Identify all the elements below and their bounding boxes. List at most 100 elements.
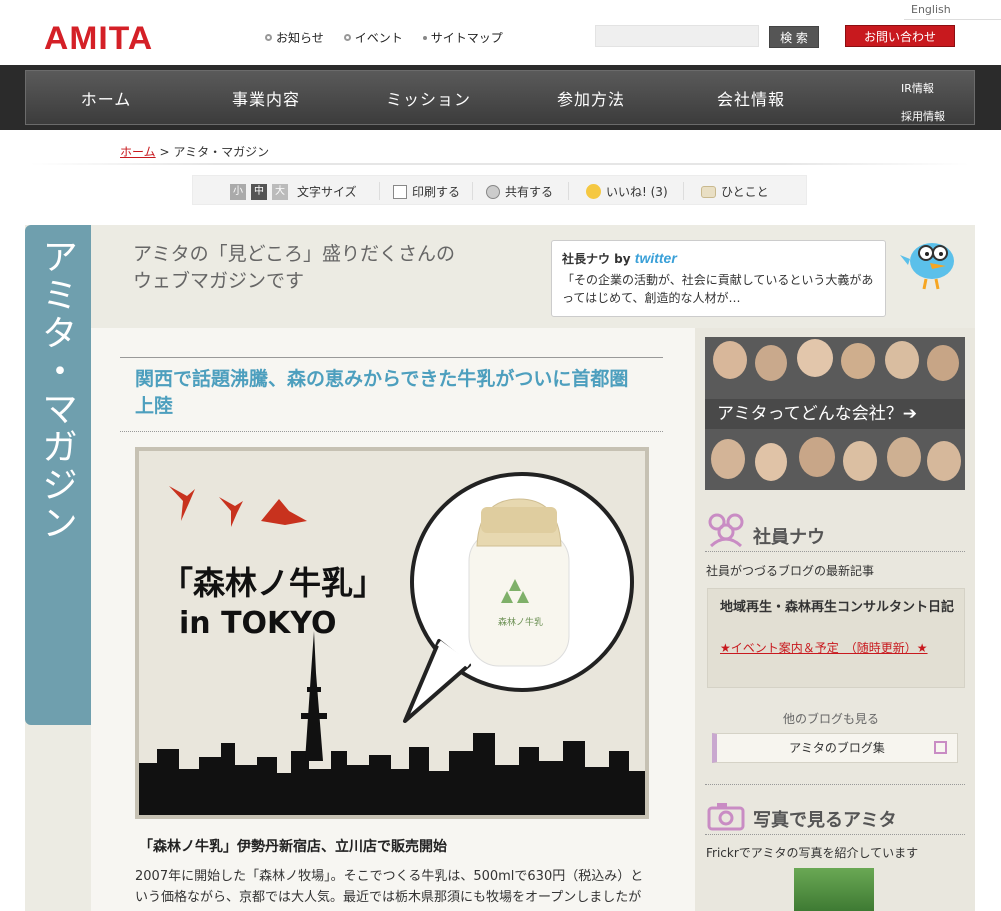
- photo-section-subtitle: Frickrでアミタの写真を紹介しています: [706, 846, 919, 860]
- article-caption: 「森林ノ牛乳」伊勢丹新宿店、立川店で販売開始: [139, 839, 447, 855]
- comment-tool[interactable]: ひとこと: [701, 183, 769, 200]
- font-size-label: 文字サイズ: [297, 185, 357, 199]
- divider: [568, 182, 569, 200]
- twitter-head: 社長ナウ by twitter: [562, 250, 677, 267]
- staff-photo: [885, 341, 919, 379]
- topnav-events[interactable]: イベント: [343, 29, 403, 46]
- article-title[interactable]: 関西で話題沸騰、森の恵みからできた牛乳がついに首都圏上陸: [135, 366, 640, 420]
- magazine-intro: アミタの「見どころ」盛りだくさんの ウェブマガジンです: [133, 241, 455, 295]
- share-icon: [486, 184, 500, 199]
- twitter-text[interactable]: 「その企業の活動が、社会に貢献しているという大義があってはじめて、創造的な人材が…: [562, 271, 877, 307]
- staff-photo: [797, 339, 833, 377]
- hero-heading-1: 「森林ノ牛乳」: [161, 564, 385, 602]
- twitter-head-label: 社長ナウ by: [562, 252, 631, 266]
- font-big-button[interactable]: 大: [272, 183, 288, 200]
- like-tool[interactable]: いいね! (3): [586, 183, 668, 200]
- hero-illustration: 「森林ノ牛乳」 in TOKYO 森林ノ牛乳: [139, 472, 645, 815]
- font-mid-button[interactable]: 中: [251, 183, 267, 200]
- hero-heading-2: in TOKYO: [179, 606, 336, 641]
- divider: [472, 182, 473, 200]
- top-nav: お知らせ イベント サイトマップ: [265, 29, 503, 46]
- nav-recruit[interactable]: 採用情報: [901, 108, 945, 124]
- font-small-button[interactable]: 小: [230, 183, 246, 200]
- divider: [120, 357, 663, 358]
- staff-now-subtitle: 社員がつづるブログの最新記事: [706, 564, 875, 578]
- blog-entry-title[interactable]: 地域再生・森林再生コンサルタント日記: [720, 598, 955, 617]
- bottle-label: 森林ノ牛乳: [498, 616, 543, 628]
- camera-icon: [707, 803, 745, 831]
- print-icon: [393, 184, 407, 199]
- english-link[interactable]: English: [911, 3, 951, 16]
- staff-photo: [927, 345, 959, 381]
- divider: [705, 834, 965, 835]
- intro-line-2: ウェブマガジンです: [133, 270, 305, 292]
- breadcrumb: ホーム > アミタ・マガジン: [120, 143, 269, 160]
- divider: [120, 431, 663, 432]
- topnav-sitemap-label[interactable]: サイトマップ: [431, 29, 503, 46]
- staff-now-title: 社員ナウ: [753, 527, 825, 548]
- divider: [705, 784, 965, 785]
- print-tool[interactable]: 印刷する: [393, 183, 460, 200]
- main-nav-bar: ホーム 事業内容 ミッション 参加方法 会社情報 IR情報 採用情報: [25, 70, 975, 125]
- staff-photo: [755, 443, 787, 481]
- divider: [30, 163, 970, 165]
- print-label[interactable]: 印刷する: [412, 183, 460, 200]
- twitter-box[interactable]: 社長ナウ by twitter 「その企業の活動が、社会に貢献しているという大義…: [551, 240, 886, 317]
- bullet-icon: [422, 35, 427, 40]
- page-toolbar: 小 中 大 文字サイズ 印刷する 共有する いいね! (3) ひとこと: [192, 175, 807, 205]
- topnav-news-label[interactable]: お知らせ: [276, 29, 324, 46]
- blog-entry-link[interactable]: ★イベント案内＆予定 （随時更新）★: [720, 639, 950, 657]
- staff-photo: [713, 341, 747, 379]
- breadcrumb-current: アミタ・マガジン: [173, 145, 270, 159]
- divider: [379, 182, 380, 200]
- search-button[interactable]: 検 索: [769, 26, 819, 48]
- open-window-icon: [934, 741, 947, 754]
- speech-bubble-icon: [701, 185, 716, 198]
- nav-small-group: IR情報 採用情報: [876, 71, 976, 126]
- nav-mission[interactable]: ミッション: [346, 71, 511, 124]
- magazine-side-title: アミタ・マガジン: [36, 238, 77, 542]
- blog-collection-label[interactable]: アミタのブログ集: [789, 741, 885, 755]
- staff-group-icon: [708, 513, 744, 548]
- nav-ir[interactable]: IR情報: [901, 80, 934, 96]
- nav-join[interactable]: 参加方法: [511, 71, 671, 124]
- staff-photo: [843, 441, 877, 481]
- bullet-icon: [343, 34, 351, 41]
- divider: [705, 551, 965, 552]
- smile-icon: [586, 184, 601, 199]
- main-nav: ホーム 事業内容 ミッション 参加方法 会社情報 IR情報 採用情報: [0, 65, 1001, 130]
- staff-photo: [755, 345, 787, 381]
- nav-home[interactable]: ホーム: [26, 71, 186, 124]
- twitter-bird-icon: [900, 243, 954, 290]
- like-label[interactable]: いいね! (3): [606, 183, 668, 200]
- share-label[interactable]: 共有する: [505, 183, 553, 200]
- breadcrumb-sep: >: [155, 145, 174, 159]
- blog-collection-button[interactable]: アミタのブログ集: [712, 733, 958, 763]
- staff-photo: [799, 437, 835, 477]
- search-input[interactable]: [595, 25, 759, 47]
- nav-company[interactable]: 会社情報: [671, 71, 831, 124]
- share-tool[interactable]: 共有する: [486, 183, 553, 200]
- site-logo[interactable]: AMITA: [44, 20, 153, 57]
- topnav-events-label[interactable]: イベント: [355, 29, 403, 46]
- nav-business[interactable]: 事業内容: [186, 71, 346, 124]
- more-blogs-label: 他のブログも見る: [783, 712, 880, 726]
- divider: [904, 19, 1001, 20]
- comment-label[interactable]: ひとこと: [721, 183, 769, 200]
- bullet-icon: [265, 34, 272, 41]
- topnav-sitemap[interactable]: サイトマップ: [422, 29, 503, 46]
- article-hero-image[interactable]: 「森林ノ牛乳」 in TOKYO 森林ノ牛乳: [135, 447, 649, 819]
- breadcrumb-home[interactable]: ホーム: [120, 145, 156, 159]
- site-header: AMITA お知らせ イベント サイトマップ 検 索 English お問い合わ…: [0, 0, 1001, 65]
- intro-line-1: アミタの「見どころ」盛りだくさんの: [133, 243, 456, 265]
- staff-photo: [711, 439, 745, 479]
- topnav-news[interactable]: お知らせ: [265, 29, 324, 46]
- twitter-logo: twitter: [634, 250, 677, 266]
- flickr-photo[interactable]: [794, 868, 874, 911]
- contact-button[interactable]: お問い合わせ: [845, 25, 955, 47]
- photo-section-title: 写真で見るアミタ: [753, 810, 897, 831]
- staff-photo: [887, 437, 921, 477]
- promo-label[interactable]: アミタってどんな会社？➔: [705, 399, 965, 429]
- company-promo-banner[interactable]: アミタってどんな会社？➔: [705, 337, 965, 490]
- staff-photo: [927, 441, 961, 481]
